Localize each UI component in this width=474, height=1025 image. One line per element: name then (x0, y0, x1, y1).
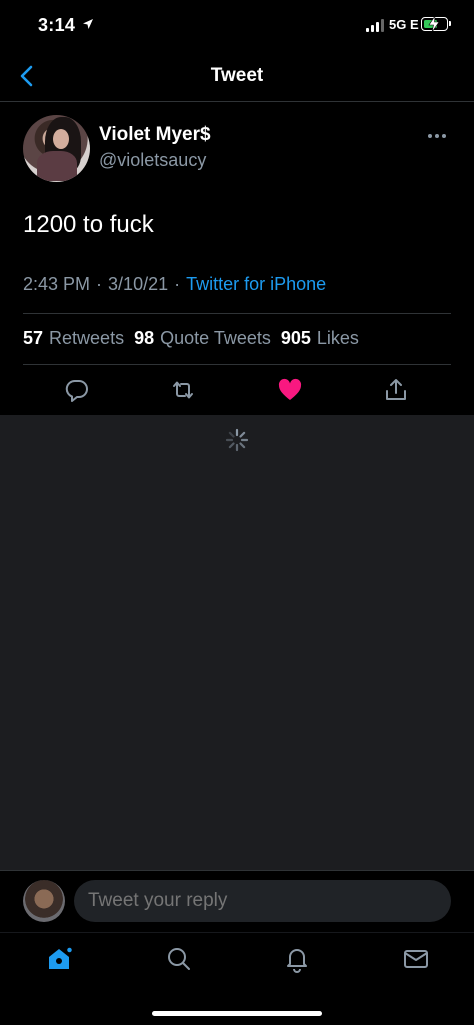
retweets-count: 57 (23, 328, 44, 348)
location-arrow-icon (83, 19, 93, 29)
tweet-time: 2:43 PM (23, 274, 91, 294)
replies-loading-area (0, 415, 474, 870)
avatar-face (53, 129, 69, 149)
divider (23, 313, 451, 314)
loading-spinner-icon (225, 428, 249, 452)
retweet-icon[interactable] (170, 377, 196, 403)
messages-icon[interactable] (402, 945, 430, 973)
tweet-detail: Violet Myer$ @violetsaucy 1200 to fuck 2… (0, 102, 474, 415)
likes-count: 905 (280, 328, 311, 348)
retweets-label: Retweets (49, 328, 125, 348)
author-display-name[interactable]: Violet Myer$ (99, 124, 211, 146)
tweet-text: 1200 to fuck (23, 211, 154, 238)
page-title: Tweet (210, 65, 264, 86)
quote-tweets-count: 98 (134, 328, 155, 348)
reply-bar (0, 870, 474, 932)
likes-stat[interactable]: 905 Likes (281, 328, 359, 349)
home-indicator (152, 1011, 322, 1016)
tab-bar (0, 932, 474, 1025)
search-icon[interactable] (165, 945, 193, 973)
quote-tweets-label: Quote Tweets (160, 328, 271, 348)
retweets-stat[interactable]: 57 Retweets (23, 328, 124, 349)
network-type: 5G E (389, 17, 419, 32)
user-avatar[interactable] (23, 880, 65, 922)
tweet-stats: 57 Retweets 98 Quote Tweets 905 Likes (23, 328, 359, 349)
status-time: 3:14 (38, 15, 76, 35)
more-options-icon[interactable] (428, 132, 452, 140)
home-icon[interactable] (46, 945, 74, 973)
meta-separator: · (174, 274, 181, 294)
like-icon[interactable] (277, 377, 303, 403)
share-icon[interactable] (383, 377, 409, 403)
divider (23, 364, 451, 365)
notifications-icon[interactable] (283, 945, 311, 973)
tweet-date: 3/10/21 (108, 274, 169, 294)
tweet-actions (0, 377, 474, 407)
tweet-meta: 2:43 PM · 3/10/21 · Twitter for iPhone (23, 274, 326, 295)
status-bar: 3:14 5G E (0, 0, 474, 50)
cellular-signal-icon (366, 18, 384, 32)
quote-tweets-stat[interactable]: 98 Quote Tweets (134, 328, 271, 349)
reply-input[interactable] (74, 880, 451, 922)
author-avatar[interactable] (23, 115, 90, 182)
avatar-body (37, 151, 77, 181)
tweet-source-link[interactable]: Twitter for iPhone (186, 274, 326, 295)
author-handle[interactable]: @violetsaucy (99, 150, 206, 171)
charging-bolt-icon (428, 16, 440, 32)
nav-bar: Tweet (0, 50, 474, 102)
meta-separator: · (96, 274, 103, 294)
battery-cap (449, 21, 451, 26)
likes-label: Likes (316, 328, 359, 348)
reply-icon[interactable] (64, 377, 90, 403)
